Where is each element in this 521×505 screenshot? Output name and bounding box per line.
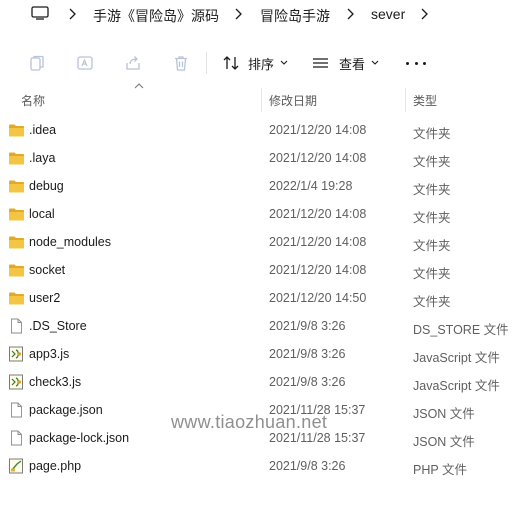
chevron-right-icon[interactable] <box>233 7 243 21</box>
chevron-down-icon <box>371 60 379 65</box>
more-options-button[interactable] <box>406 54 426 72</box>
view-label: 查看 <box>339 56 366 72</box>
file-modified-date: 2022/1/4 19:28 <box>269 179 353 193</box>
file-row[interactable]: .laya 2021/12/20 14:08 文件夹 <box>0 145 521 173</box>
folder-icon <box>8 178 25 194</box>
chevron-right-icon[interactable] <box>419 7 429 21</box>
file-modified-date: 2021/9/8 3:26 <box>269 319 346 333</box>
file-modified-date: 2021/9/8 3:26 <box>269 347 346 361</box>
file-name: debug <box>29 179 64 193</box>
file-row[interactable]: debug 2022/1/4 19:28 文件夹 <box>0 173 521 201</box>
more-icon-dot <box>423 61 426 65</box>
view-button[interactable]: 查看 <box>311 52 379 74</box>
file-modified-date: 2021/12/20 14:08 <box>269 235 367 249</box>
folder-icon <box>8 234 25 250</box>
sort-icon <box>223 56 239 70</box>
file-row[interactable]: page.php 2021/9/8 3:26 PHP 文件 <box>0 453 521 481</box>
column-header-name[interactable]: 名称 <box>21 92 45 109</box>
file-name: package.json <box>29 403 103 417</box>
file-type: JavaScript 文件 <box>413 379 500 393</box>
watermark: www.tiaozhuan.net <box>171 412 328 432</box>
js-file-icon <box>8 374 25 390</box>
file-modified-date: 2021/9/8 3:26 <box>269 459 346 473</box>
breadcrumb-item-game[interactable]: 冒险岛手游 <box>260 6 330 26</box>
file-icon <box>8 402 25 418</box>
file-icon <box>8 430 25 446</box>
file-row[interactable]: .DS_Store 2021/9/8 3:26 DS_STORE 文件 <box>0 313 521 341</box>
share-icon[interactable] <box>124 54 142 72</box>
sort-label: 排序 <box>248 56 275 72</box>
sort-button[interactable]: 排序 <box>222 52 288 74</box>
folder-icon <box>8 150 25 166</box>
file-row[interactable]: node_modules 2021/12/20 14:08 文件夹 <box>0 229 521 257</box>
file-name: package-lock.json <box>29 431 130 445</box>
file-name: .idea <box>29 123 57 137</box>
toolbar-divider <box>206 52 207 74</box>
file-row[interactable]: app3.js 2021/9/8 3:26 JavaScript 文件 <box>0 341 521 369</box>
file-name: .DS_Store <box>29 319 87 333</box>
file-modified-date: 2021/12/20 14:08 <box>269 123 367 137</box>
file-type: PHP 文件 <box>413 463 467 477</box>
file-name: local <box>29 207 55 221</box>
file-name: socket <box>29 263 66 277</box>
address-bar: 手游《冒险岛》源码 冒险岛手游 sever <box>0 0 521 30</box>
file-modified-date: 2021/12/20 14:08 <box>269 207 367 221</box>
file-name: node_modules <box>29 235 112 249</box>
more-icon-dot <box>406 61 409 65</box>
copy-icon[interactable] <box>28 54 46 72</box>
file-modified-date: 2021/12/20 14:50 <box>269 291 367 305</box>
folder-icon <box>8 262 25 278</box>
more-icon-dot <box>414 61 418 65</box>
file-type: 文件夹 <box>413 295 451 309</box>
file-icon <box>8 318 25 334</box>
file-type: 文件夹 <box>413 155 451 169</box>
folder-icon <box>8 290 25 306</box>
file-type: JavaScript 文件 <box>413 351 500 365</box>
folder-icon <box>8 206 25 222</box>
file-row[interactable]: check3.js 2021/9/8 3:26 JavaScript 文件 <box>0 369 521 397</box>
file-name: app3.js <box>29 347 70 361</box>
file-name: page.php <box>29 459 82 473</box>
file-modified-date: 2021/12/20 14:08 <box>269 263 367 277</box>
view-list-icon <box>313 58 328 68</box>
file-row[interactable]: user2 2021/12/20 14:50 文件夹 <box>0 285 521 313</box>
column-header-date[interactable]: 修改日期 <box>269 92 317 109</box>
delete-icon[interactable] <box>172 54 190 72</box>
file-type: JSON 文件 <box>413 407 475 421</box>
file-type: 文件夹 <box>413 183 451 197</box>
breadcrumb-item-source[interactable]: 手游《冒险岛》源码 <box>93 6 219 26</box>
chevron-right-icon[interactable] <box>345 7 355 21</box>
file-name: user2 <box>29 291 61 305</box>
column-divider[interactable] <box>261 88 262 112</box>
file-type: 文件夹 <box>413 127 451 141</box>
column-divider[interactable] <box>405 88 406 112</box>
file-type: DS_STORE 文件 <box>413 323 509 337</box>
file-row[interactable]: local 2021/12/20 14:08 文件夹 <box>0 201 521 229</box>
file-name: .laya <box>29 151 56 165</box>
chevron-down-icon <box>280 60 288 65</box>
file-type: 文件夹 <box>413 211 451 225</box>
chevron-right-icon[interactable] <box>67 7 77 21</box>
js-file-icon <box>8 346 25 362</box>
file-row[interactable]: .idea 2021/12/20 14:08 文件夹 <box>0 117 521 145</box>
rename-icon[interactable] <box>76 54 94 72</box>
file-type: JSON 文件 <box>413 435 475 449</box>
file-modified-date: 2021/11/28 15:37 <box>269 431 366 445</box>
file-row[interactable]: socket 2021/12/20 14:08 文件夹 <box>0 257 521 285</box>
file-modified-date: 2021/12/20 14:08 <box>269 151 367 165</box>
breadcrumb-item-sever[interactable]: sever <box>371 6 405 22</box>
file-name: check3.js <box>29 375 82 389</box>
file-modified-date: 2021/9/8 3:26 <box>269 375 346 389</box>
folder-icon <box>8 122 25 138</box>
computer-icon[interactable] <box>31 6 49 20</box>
column-header-type[interactable]: 类型 <box>413 92 437 109</box>
php-file-icon <box>8 458 25 474</box>
file-type: 文件夹 <box>413 239 451 253</box>
file-type: 文件夹 <box>413 267 451 281</box>
